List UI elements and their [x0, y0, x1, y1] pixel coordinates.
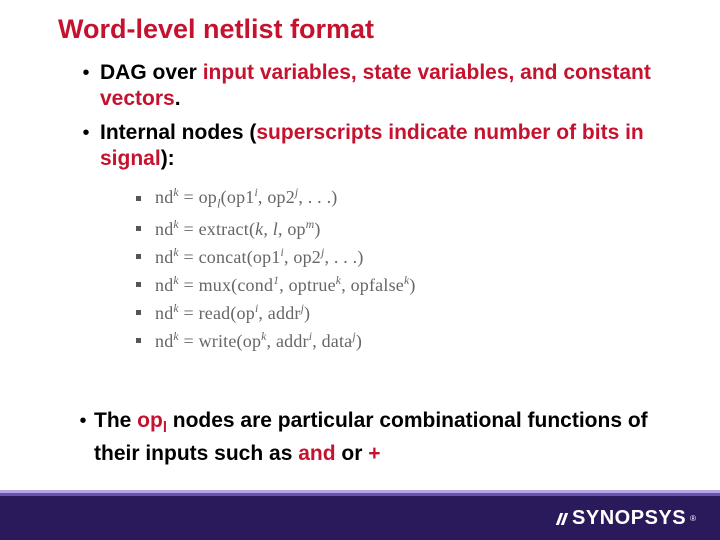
- slide-title: Word-level netlist format: [58, 14, 374, 45]
- text: DAG over: [100, 61, 203, 84]
- square-bullet-icon: [136, 310, 141, 315]
- footer-bar: SYNOPSYS ®: [0, 496, 720, 540]
- bullet-dot: •: [72, 408, 94, 467]
- square-bullet-icon: [136, 282, 141, 287]
- highlight: and: [298, 442, 335, 465]
- square-bullet-icon: [136, 226, 141, 231]
- formula-row-2: ndk = extract(k, l, opm): [136, 218, 680, 240]
- highlight: +: [368, 442, 380, 465]
- bullet-2-text: Internal nodes (superscripts indicate nu…: [100, 120, 680, 172]
- formula-6: ndk = write(opk, addri, dataj): [155, 330, 362, 352]
- formula-2: ndk = extract(k, l, opm): [155, 218, 321, 240]
- bullet-3-text: The opl nodes are particular combination…: [94, 408, 680, 467]
- formula-3: ndk = concat(op1i, op2j, . . .): [155, 246, 364, 268]
- registered-icon: ®: [690, 514, 696, 523]
- formula-row-4: ndk = mux(cond1, optruek, opfalsek): [136, 274, 680, 296]
- square-bullet-icon: [136, 254, 141, 259]
- formula-4: ndk = mux(cond1, optruek, opfalsek): [155, 274, 416, 296]
- formula-5: ndk = read(opi, addrj): [155, 302, 310, 324]
- formula-list: ndk = opl(op1i, op2j, . . .) ndk = extra…: [136, 186, 680, 352]
- bullet-1-text: DAG over input variables, state variable…: [100, 60, 680, 112]
- highlight: opl: [137, 409, 167, 432]
- bullet-dot: •: [72, 60, 100, 112]
- text: .: [175, 87, 181, 110]
- content-area: • DAG over input variables, state variab…: [72, 60, 680, 370]
- logo-text: SYNOPSYS: [572, 507, 686, 530]
- slide: Word-level netlist format • DAG over inp…: [0, 0, 720, 540]
- text: Internal nodes (: [100, 121, 256, 144]
- formula-row-5: ndk = read(opi, addrj): [136, 302, 680, 324]
- footer-stripe: [0, 493, 720, 496]
- text: or: [336, 442, 369, 465]
- bullet-1: • DAG over input variables, state variab…: [72, 60, 680, 112]
- formula-row-3: ndk = concat(op1i, op2j, . . .): [136, 246, 680, 268]
- formula-row-1: ndk = opl(op1i, op2j, . . .): [136, 186, 680, 212]
- bullet-2: • Internal nodes (superscripts indicate …: [72, 120, 680, 172]
- text: The: [94, 409, 137, 432]
- logo-mark-icon: [556, 512, 570, 526]
- bullet-dot: •: [72, 120, 100, 172]
- square-bullet-icon: [136, 196, 141, 201]
- synopsys-logo: SYNOPSYS ®: [556, 507, 696, 530]
- text: ):: [161, 147, 175, 170]
- square-bullet-icon: [136, 338, 141, 343]
- formula-1: ndk = opl(op1i, op2j, . . .): [155, 186, 337, 212]
- bullet-3: • The opl nodes are particular combinati…: [72, 408, 680, 475]
- formula-row-6: ndk = write(opk, addri, dataj): [136, 330, 680, 352]
